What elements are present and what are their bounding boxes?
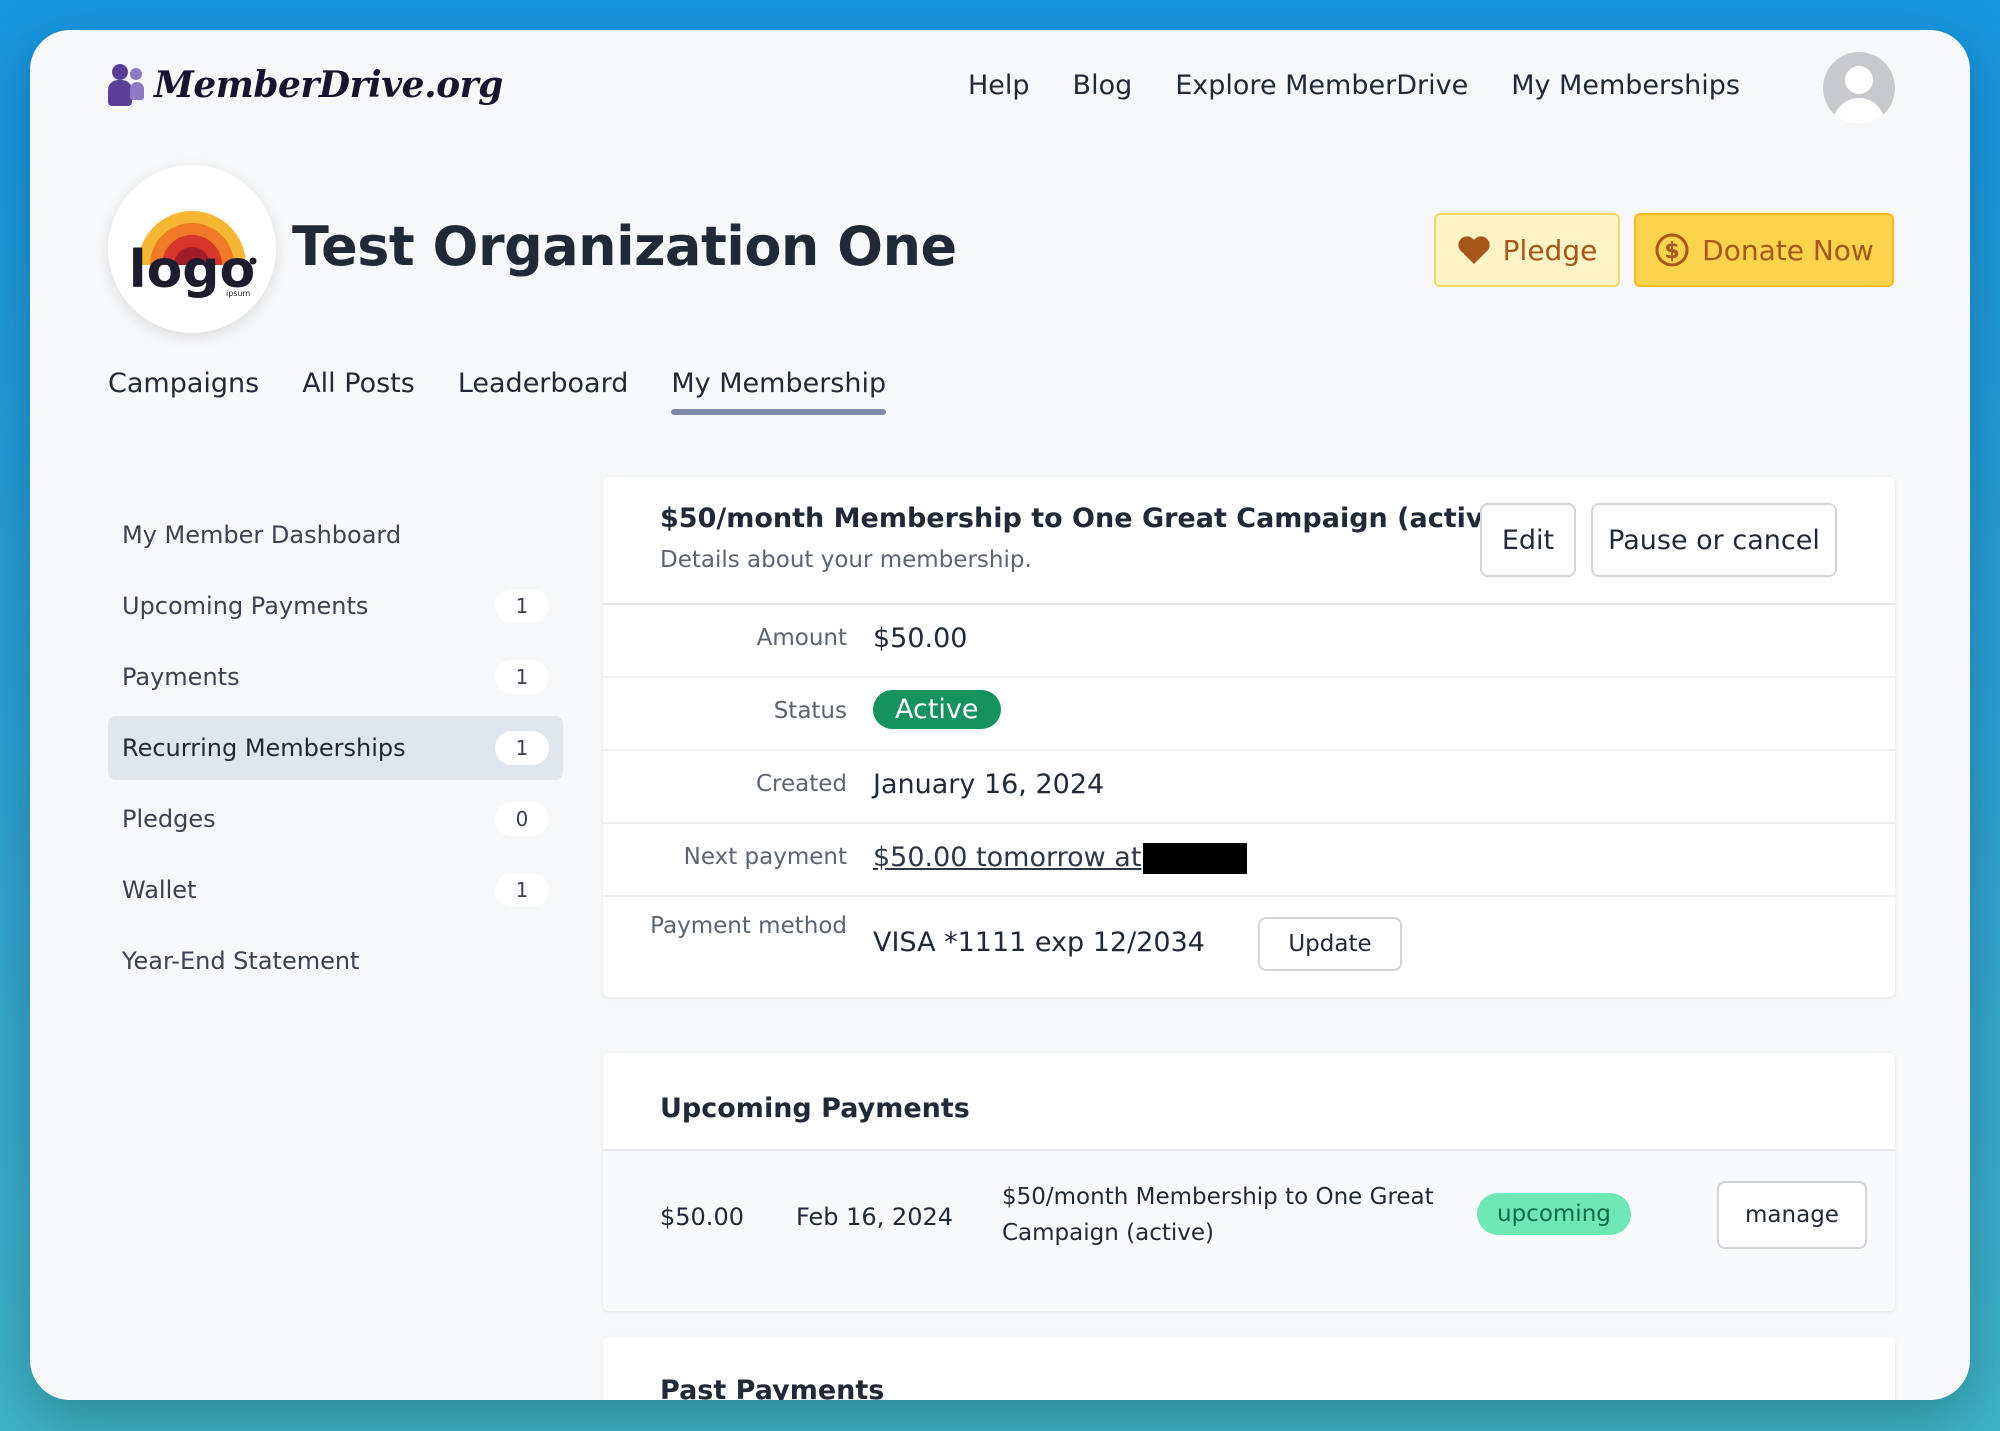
sidebar-item-label: Wallet: [122, 876, 197, 904]
manage-button[interactable]: manage: [1717, 1181, 1867, 1249]
nav-my-memberships[interactable]: My Memberships: [1511, 70, 1740, 101]
org-logo: logo ipsum: [108, 165, 276, 333]
amount-row: Amount $50.00: [603, 605, 1895, 678]
app-window: MemberDrive.org Help Blog Explore Member…: [30, 30, 1970, 1400]
sidebar-item-label: My Member Dashboard: [122, 521, 402, 549]
brand-logo[interactable]: MemberDrive.org: [108, 62, 503, 108]
sidebar-item-label: Payments: [122, 663, 240, 691]
member-sidebar: My Member Dashboard Upcoming Payments 1 …: [108, 503, 563, 1000]
upcoming-amount: $50.00: [660, 1203, 744, 1231]
top-nav: Help Blog Explore MemberDrive My Members…: [968, 70, 1740, 101]
sidebar-item-dashboard[interactable]: My Member Dashboard: [108, 503, 563, 567]
edit-button[interactable]: Edit: [1480, 503, 1576, 577]
payment-method-value: VISA *1111 exp 12/2034: [873, 927, 1205, 958]
created-row: Created January 16, 2024: [603, 751, 1895, 824]
created-label: Created: [755, 771, 847, 797]
membership-title: $50/month Membership to One Great Campai…: [660, 503, 1515, 534]
amount-label: Amount: [756, 625, 847, 651]
sidebar-item-payments[interactable]: Payments 1: [108, 645, 563, 709]
upcoming-status-badge: upcoming: [1477, 1193, 1631, 1235]
upcoming-payments-title: Upcoming Payments: [660, 1093, 970, 1124]
nav-help[interactable]: Help: [968, 70, 1030, 101]
amount-value: $50.00: [873, 623, 968, 654]
next-payment-link[interactable]: $50.00 tomorrow at: [873, 842, 1141, 873]
nav-explore[interactable]: Explore MemberDrive: [1175, 70, 1468, 101]
created-value: January 16, 2024: [873, 769, 1105, 800]
dollar-circle-icon: $: [1655, 233, 1689, 267]
membership-details-card: $50/month Membership to One Great Campai…: [603, 477, 1895, 997]
redacted-block: [1143, 843, 1248, 874]
pledge-button[interactable]: Pledge: [1434, 213, 1620, 287]
org-tabs: Campaigns All Posts Leaderboard My Membe…: [108, 368, 886, 415]
past-payments-card: Past Payments: [603, 1337, 1895, 1400]
sidebar-item-year-end-statement[interactable]: Year-End Statement: [108, 929, 563, 993]
count-badge: 1: [495, 589, 549, 623]
tab-leaderboard[interactable]: Leaderboard: [458, 368, 629, 415]
sidebar-item-label: Upcoming Payments: [122, 592, 369, 620]
past-payments-title: Past Payments: [660, 1375, 885, 1400]
donate-label: Donate Now: [1702, 233, 1874, 267]
upcoming-description: $50/month Membership to One Great Campai…: [1002, 1184, 1434, 1246]
sidebar-item-label: Recurring Memberships: [122, 734, 406, 762]
sidebar-item-pledges[interactable]: Pledges 0: [108, 787, 563, 851]
count-badge: 1: [495, 660, 549, 694]
upcoming-date: Feb 16, 2024: [796, 1203, 953, 1231]
tab-my-membership[interactable]: My Membership: [671, 368, 886, 415]
tab-all-posts[interactable]: All Posts: [302, 368, 415, 415]
members-icon: [108, 62, 146, 108]
org-logo-graphic: logo ipsum: [129, 211, 257, 300]
pause-or-cancel-button[interactable]: Pause or cancel: [1591, 503, 1837, 577]
sidebar-item-label: Year-End Statement: [122, 947, 360, 975]
user-avatar-icon[interactable]: [1823, 52, 1895, 124]
svg-text:$: $: [1665, 239, 1680, 264]
count-badge: 0: [495, 802, 549, 836]
org-title: Test Organization One: [292, 215, 957, 278]
upcoming-payment-row: $50.00 Feb 16, 2024 $50/month Membership…: [603, 1151, 1895, 1309]
brand-name: MemberDrive.org: [154, 64, 503, 106]
status-label: Status: [773, 698, 847, 724]
sidebar-item-upcoming-payments[interactable]: Upcoming Payments 1: [108, 574, 563, 638]
count-badge: 1: [495, 731, 549, 765]
sidebar-item-label: Pledges: [122, 805, 216, 833]
count-badge: 1: [495, 873, 549, 907]
donate-now-button[interactable]: $ Donate Now: [1634, 213, 1894, 287]
next-payment-row: Next payment $50.00 tomorrow at: [603, 824, 1895, 897]
status-badge: Active: [873, 690, 1001, 729]
upcoming-payments-card: Upcoming Payments $50.00 Feb 16, 2024 $5…: [603, 1053, 1895, 1311]
membership-card-header: $50/month Membership to One Great Campai…: [603, 477, 1895, 605]
sidebar-item-wallet[interactable]: Wallet 1: [108, 858, 563, 922]
payment-method-row: Payment method VISA *1111 exp 12/2034 Up…: [603, 897, 1895, 993]
update-payment-button[interactable]: Update: [1258, 917, 1402, 971]
nav-blog[interactable]: Blog: [1073, 70, 1133, 101]
pledge-label: Pledge: [1502, 233, 1598, 267]
membership-subtitle: Details about your membership.: [660, 547, 1032, 573]
svg-text:ipsum: ipsum: [226, 289, 251, 298]
tab-campaigns[interactable]: Campaigns: [108, 368, 259, 415]
heart-icon: [1458, 236, 1490, 264]
payment-method-label: Payment method: [650, 913, 847, 939]
status-row: Status Active: [603, 678, 1895, 751]
next-payment-label: Next payment: [683, 844, 847, 870]
sidebar-item-recurring-memberships[interactable]: Recurring Memberships 1: [108, 716, 563, 780]
